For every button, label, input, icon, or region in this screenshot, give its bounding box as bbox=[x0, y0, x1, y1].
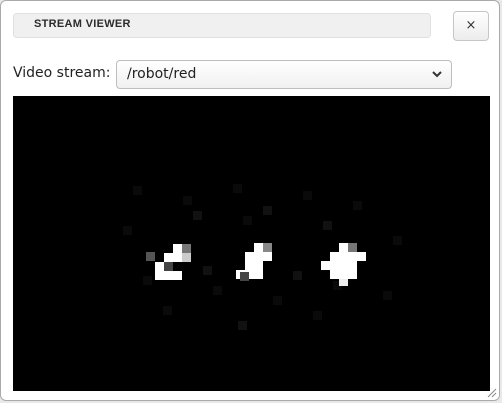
stream-viewer-window: STREAM VIEWER × Video stream: /robot/red bbox=[0, 0, 500, 401]
close-button[interactable]: × bbox=[453, 11, 489, 41]
video-stream-value: /robot/red bbox=[127, 66, 197, 82]
chevron-down-icon bbox=[432, 71, 442, 78]
title-bar[interactable]: STREAM VIEWER bbox=[13, 13, 431, 38]
window-title: STREAM VIEWER bbox=[34, 18, 131, 30]
video-stream-select[interactable]: /robot/red bbox=[116, 60, 452, 89]
close-icon: × bbox=[465, 18, 477, 33]
video-stream-label: Video stream: bbox=[13, 65, 111, 81]
video-frame[interactable] bbox=[13, 96, 490, 391]
video-image bbox=[13, 96, 490, 391]
resize-grip-icon[interactable] bbox=[486, 387, 497, 398]
